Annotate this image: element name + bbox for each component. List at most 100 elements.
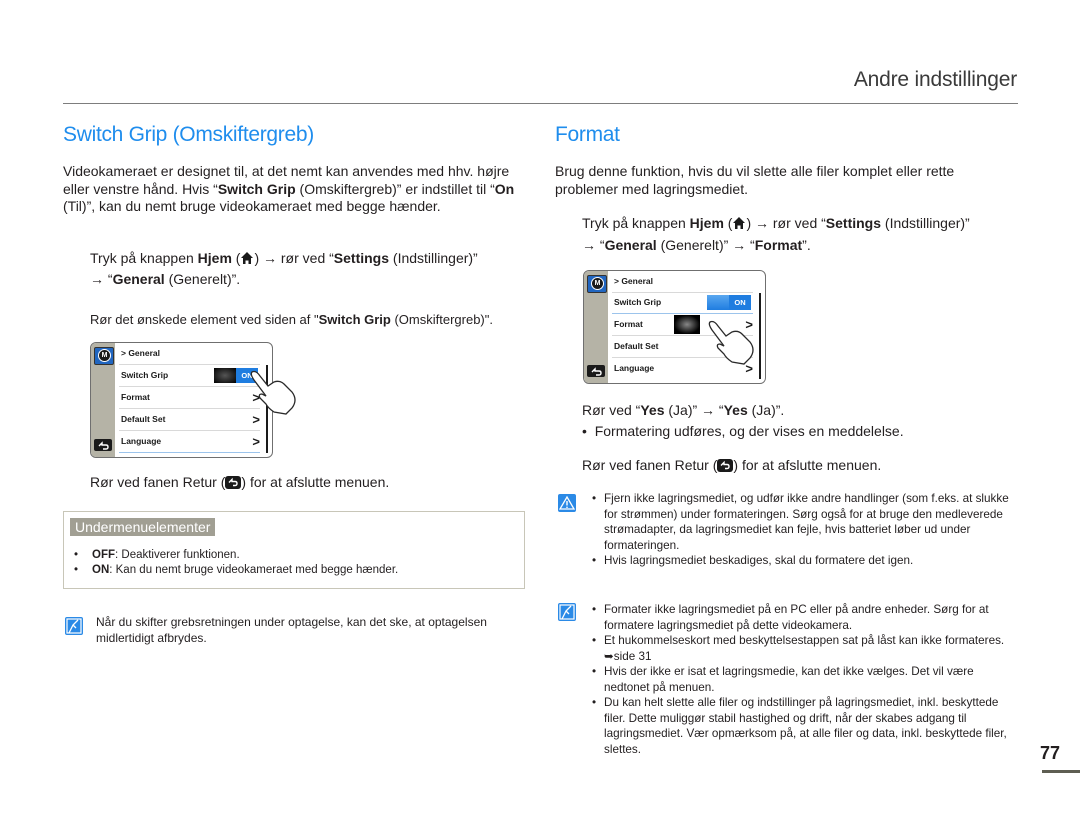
scrollbar[interactable] (759, 293, 761, 379)
step-text: (Indstillinger)” (881, 215, 970, 231)
switch-grip-step-2: Rør det ønskede element ved siden af "Sw… (90, 311, 493, 329)
step-line: Tryk på knappen Hjem ( ) → rør ved “Setti… (582, 212, 1022, 234)
screen-row-switch-grip[interactable]: Switch Grip ON (119, 365, 260, 387)
warning-item: Hvis lagringsmediet beskadiges, skal du … (592, 553, 1017, 569)
step-text: Tryk på knappen (90, 250, 198, 266)
step-text: (Generelt)” → “ (656, 237, 755, 253)
step-text: Rør ved fanen Retur ( (582, 457, 718, 473)
bullet-text: Formatering udføres, og der vises en med… (594, 423, 904, 439)
step-text: → “ (582, 237, 605, 253)
intro-text: (Omskiftergreb)” er indstillet til “ (295, 180, 495, 197)
hand-pointer-icon (708, 320, 754, 365)
note-item: Hvis der ikke er isat et lagringsmedie, … (592, 664, 1017, 695)
screen-row-language[interactable]: Language > (119, 431, 260, 453)
step-text: (Ja)”. (747, 402, 785, 418)
screen-row-format[interactable]: Format > (119, 387, 260, 409)
step-bold: Hjem (689, 215, 724, 231)
format-step-1: Tryk på knappen Hjem ( ) → rør ved “Setti… (582, 212, 1022, 256)
step-text: (Indstillinger)” (389, 250, 478, 266)
intro-bold: Switch Grip (217, 180, 296, 197)
step-bold: General (604, 237, 657, 253)
step-bold: Yes (723, 402, 748, 418)
switch-grip-toggle[interactable]: ON (707, 295, 751, 310)
back-icon (717, 459, 734, 472)
step-text: ) for at afslutte menuen. (733, 457, 882, 473)
note-pencil-icon (65, 617, 83, 635)
home-icon (732, 214, 746, 229)
format-heading: Format (555, 123, 620, 146)
screen-row-switch-grip[interactable]: Switch Grip ON (612, 292, 753, 314)
switch-grip-intro: Videokameraet er designet til, at det ne… (63, 163, 525, 216)
row-label: Switch Grip (121, 370, 169, 380)
back-icon[interactable] (587, 365, 605, 377)
step-bold: Settings (333, 250, 390, 266)
note-list: Formater ikke lagringsmediet på en PC el… (592, 602, 1017, 757)
step-text: Rør det ønskede element ved siden af " (90, 312, 319, 327)
step-text: ”. (802, 237, 811, 253)
warning-item: Fjern ikke lagringsmediet, og udfør ikke… (592, 491, 1017, 553)
camera-sidebar: M (91, 343, 115, 457)
step-bold: Yes (640, 402, 665, 418)
row-label: Default Set (121, 414, 166, 424)
page-number-rule (1042, 770, 1080, 773)
mode-icon: M (94, 347, 114, 365)
note-pencil-icon (558, 603, 576, 621)
bullet-dot: • (582, 423, 595, 439)
step-text: → “ (90, 271, 113, 287)
step-bold: Settings (825, 215, 882, 231)
warning-icon (558, 494, 576, 512)
mode-label: M (591, 277, 604, 290)
warning-list: Fjern ikke lagringsmediet, og udfør ikke… (592, 491, 1017, 569)
step-text: (Generelt)”. (164, 271, 241, 287)
toggle-on-label: ON (729, 295, 751, 310)
row-label: Format (614, 319, 643, 329)
step-text: (Omskiftergreb)". (390, 312, 493, 327)
format-step-3: Rør ved fanen Retur ( ) for at afslutte m… (582, 457, 881, 475)
item-key: OFF (92, 549, 115, 561)
step-bold: Hjem (197, 250, 232, 266)
chevron-right-icon: > (252, 434, 260, 449)
format-step-2-bullet: • Formatering udføres, og der vises en m… (582, 423, 904, 441)
camera-sidebar: M (584, 271, 608, 383)
format-step-2: Rør ved “Yes (Ja)” → “Yes (Ja)”. (582, 402, 784, 420)
row-label: Format (121, 392, 150, 402)
step-text: (Ja)” → “ (664, 402, 724, 418)
item-key: ON (92, 564, 110, 576)
hand-pointer-icon (250, 370, 296, 415)
step-text: Rør ved “ (582, 402, 641, 418)
format-intro: Brug denne funktion, hvis du vil slette … (555, 163, 955, 197)
item-text: : Deaktiverer funktionen. (115, 549, 240, 561)
row-label: Default Set (614, 341, 659, 351)
step-text: ( (723, 215, 733, 231)
step-text: ) → rør ved “ (746, 215, 826, 231)
submenu-list: OFF: Deaktiverer funktionen. ON: Kan du … (72, 548, 398, 578)
screen-breadcrumb: > General (612, 271, 753, 293)
note-item: Du kan helt slette alle filer og indstil… (592, 695, 1017, 757)
section-title: Andre indstillinger (853, 68, 1017, 91)
step-bold: Format (754, 237, 803, 253)
step-line: Tryk på knappen Hjem () → rør ved “Setti… (90, 248, 530, 269)
format-highlight (674, 315, 700, 334)
home-icon (240, 250, 254, 264)
page-number: 77 (1040, 743, 1061, 763)
note-item: Et hukommelseskort med beskyttelsestappe… (592, 633, 1017, 664)
switch-grip-note: Når du skifter grebsretningen under opta… (96, 615, 487, 645)
header-divider (63, 103, 1018, 104)
row-label: Switch Grip (614, 297, 662, 307)
submenu-item: ON: Kan du nemt bruge videokameraet med … (72, 563, 398, 578)
note-item: Formater ikke lagringsmediet på en PC el… (592, 602, 1017, 633)
screen-breadcrumb: > General (119, 343, 260, 365)
switch-grip-step-1: Tryk på knappen Hjem () → rør ved “Setti… (90, 248, 530, 290)
step-text: Rør ved fanen Retur ( (90, 474, 226, 490)
step-bold: Switch Grip (318, 312, 391, 327)
row-label: Language (121, 436, 162, 446)
submenu-box: Undermenuelementer OFF: Deaktiverer funk… (63, 511, 525, 589)
back-icon[interactable] (94, 439, 112, 451)
intro-text: (Til)”, kan du nemt bruge videokameraet … (63, 198, 441, 214)
screen-row-default-set[interactable]: Default Set> (119, 409, 260, 431)
submenu-item: OFF: Deaktiverer funktionen. (72, 548, 398, 563)
step-bold: General (112, 271, 165, 287)
switch-grip-heading: Switch Grip (Omskiftergreb) (63, 123, 314, 146)
step-text: Tryk på knappen (582, 215, 690, 231)
step-text: ) → rør ved “ (254, 250, 334, 266)
